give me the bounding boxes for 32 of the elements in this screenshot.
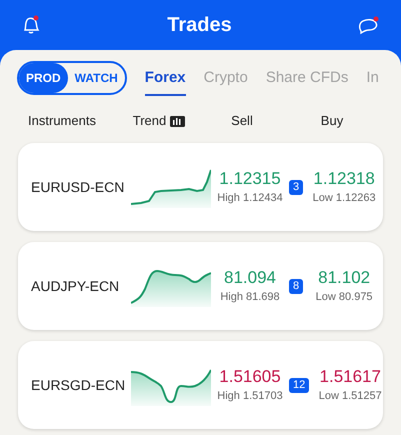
- page-title: Trades: [167, 13, 232, 38]
- instrument-card[interactable]: AUDJPY-ECN 81.094 High 81.698 8 81.102 Low 80.975: [18, 242, 383, 330]
- high-price: High 1.12434: [217, 190, 283, 206]
- toggle-option[interactable]: WATCH: [68, 63, 125, 93]
- category-tab[interactable]: Forex: [144, 60, 186, 96]
- spread-badge: 8: [289, 278, 304, 294]
- low-price: Low 1.12263: [312, 190, 376, 206]
- chat-icon[interactable]: [356, 14, 381, 36]
- buy-price: 1.51617: [320, 366, 381, 388]
- high-price: High 81.698: [220, 290, 280, 305]
- mode-toggle[interactable]: PROD WATCH: [17, 61, 127, 95]
- instrument-name: EURSGD-ECN: [31, 376, 126, 394]
- column-header: Buy: [320, 112, 344, 130]
- column-header: Trend: [132, 112, 166, 130]
- low-price: Low 80.975: [316, 290, 373, 305]
- column-header: Instruments: [27, 112, 97, 130]
- high-price: High 1.51703: [217, 388, 283, 404]
- instrument-card[interactable]: EURUSD-ECN 1.12315 High 1.12434 3 1.12318 Low 1.12263: [18, 143, 383, 231]
- spread-badge: 3: [289, 180, 304, 194]
- instrument-name: EURUSD-ECN: [31, 178, 126, 196]
- column-header: Sell: [230, 112, 254, 130]
- instrument-name: AUDJPY-ECN: [31, 276, 120, 296]
- bar-chart-icon[interactable]: [170, 116, 186, 126]
- buy-price: 1.12318: [313, 168, 375, 190]
- sell-price: 1.51605: [219, 366, 281, 388]
- sell-price: 1.12315: [219, 168, 281, 190]
- low-price: Low 1.51257: [318, 388, 382, 404]
- sell-price: 81.094: [224, 266, 276, 289]
- spread-badge: 12: [289, 378, 310, 392]
- buy-price: 81.102: [318, 266, 370, 289]
- toggle-option[interactable]: PROD: [19, 63, 68, 93]
- instrument-card[interactable]: EURSGD-ECN 1.51605 High 1.51703 12 1.51617 Low 1.51257: [18, 341, 383, 429]
